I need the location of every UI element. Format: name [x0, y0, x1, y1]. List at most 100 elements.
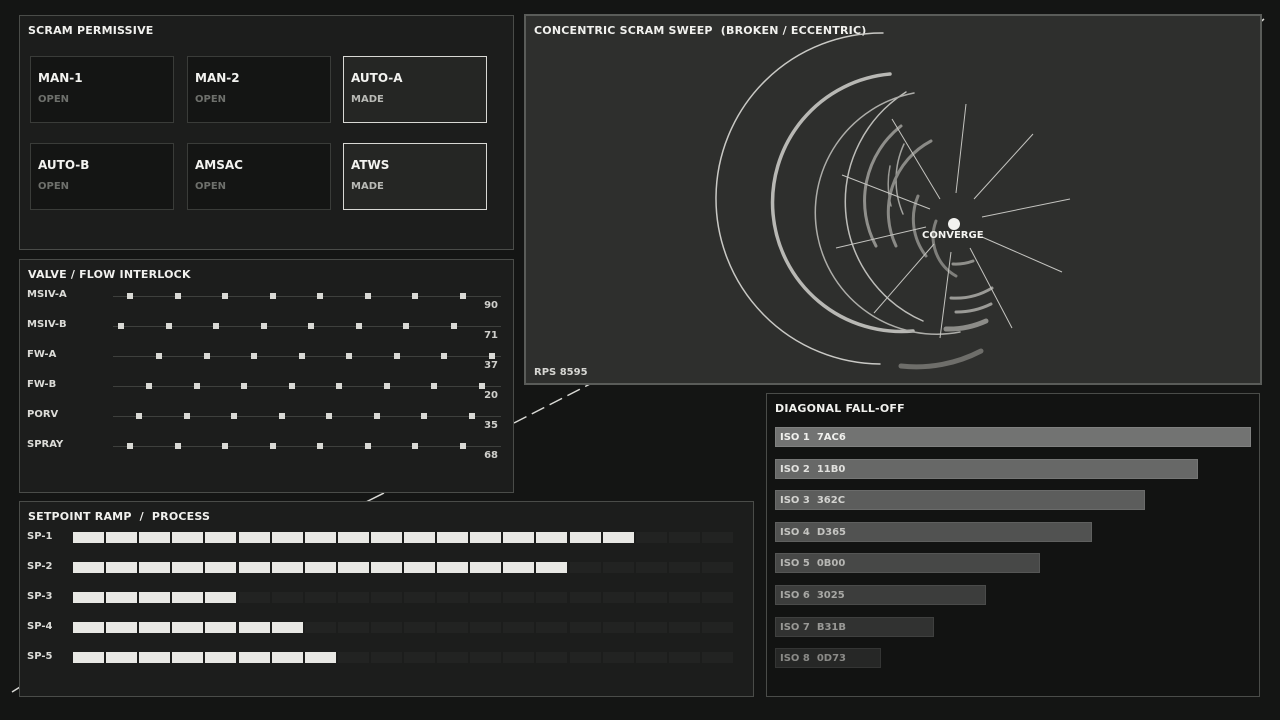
- valve-marker: [118, 323, 124, 329]
- segment-unlit: [370, 652, 402, 663]
- segment-unlit: [602, 652, 634, 663]
- segment-unlit: [668, 652, 700, 663]
- permissive-tile-amsac[interactable]: AMSAC OPEN: [187, 143, 331, 210]
- segment-lit: [404, 562, 435, 573]
- segment-lit: [139, 532, 171, 543]
- segment-unlit: [304, 592, 336, 603]
- tile-state: MADE: [351, 94, 384, 105]
- valve-row-porv: PORV 35: [20, 409, 510, 442]
- valve-value: 71: [484, 330, 498, 341]
- segment-unlit: [437, 622, 469, 633]
- valve-marker: [222, 443, 228, 449]
- segment-lit: [139, 622, 171, 633]
- segment-unlit: [668, 592, 700, 603]
- segment-lit: [238, 562, 270, 573]
- valve-marker: [383, 383, 390, 389]
- segment-unlit: [668, 562, 700, 573]
- segment-unlit: [635, 562, 667, 573]
- valve-marker: [203, 353, 210, 359]
- valve-marker: [355, 323, 362, 329]
- segment-lit: [370, 562, 402, 573]
- valve-value: 68: [484, 450, 498, 461]
- setpoint-label: SP-2: [27, 561, 53, 572]
- valve-marker: [298, 353, 305, 359]
- tile-state: MADE: [351, 181, 384, 192]
- segment-unlit: [602, 622, 634, 633]
- valve-marker: [468, 413, 475, 419]
- setpoint-row-sp-4: SP-4: [20, 621, 750, 638]
- segment-lit: [271, 622, 303, 633]
- valve-row-fw-a: FW-A 37: [20, 349, 510, 382]
- segment-lit: [73, 562, 104, 573]
- segment-unlit: [437, 592, 469, 603]
- segment-unlit: [503, 622, 535, 633]
- falloff-bar-5: ISO 5 0B00: [775, 553, 1040, 574]
- segment-unlit: [437, 652, 469, 663]
- segment-unlit: [271, 592, 303, 603]
- valve-row-msiv-b: MSIV-B 71: [20, 319, 510, 352]
- valve-marker: [459, 293, 466, 299]
- permissive-tile-auto-b[interactable]: AUTO-B OPEN: [30, 143, 174, 210]
- segment-lit: [73, 592, 104, 603]
- segment-lit: [205, 562, 237, 573]
- tile-name: MAN-1: [38, 71, 83, 85]
- falloff-bar-label: ISO 6 3025: [780, 590, 845, 601]
- valve-label: MSIV-B: [27, 319, 67, 330]
- segment-unlit: [701, 562, 733, 573]
- valve-marker: [326, 413, 332, 419]
- valve-marker: [478, 383, 485, 389]
- falloff-bar-label: ISO 1 7AC6: [780, 432, 846, 443]
- segment-unlit: [503, 592, 535, 603]
- segment-unlit: [370, 592, 402, 603]
- segment-lit: [337, 532, 369, 543]
- valve-marker: [336, 383, 342, 389]
- valve-marker: [431, 383, 437, 389]
- tile-state: OPEN: [38, 94, 70, 105]
- segment-lit: [73, 532, 104, 543]
- converge-label: CONVERGE: [922, 230, 984, 241]
- segment-lit: [73, 622, 104, 633]
- segment-lit: [172, 622, 204, 633]
- segment-unlit: [337, 592, 369, 603]
- segment-unlit: [337, 652, 369, 663]
- valve-marker: [136, 413, 142, 419]
- segment-unlit: [536, 652, 568, 663]
- segment-lit: [238, 652, 270, 663]
- segment-unlit: [569, 562, 601, 573]
- segment-lit: [106, 622, 138, 633]
- segment-lit: [106, 592, 138, 603]
- setpoint-ramp-panel: SETPOINT RAMP / PROCESS SP-1 SP-2 SP-3 SP-4…: [19, 501, 754, 697]
- falloff-bar-label: ISO 8 0D73: [780, 653, 847, 665]
- segment-unlit: [404, 592, 435, 603]
- segment-lit: [106, 652, 138, 663]
- segment-lit: [470, 532, 502, 543]
- valve-marker: [241, 383, 247, 389]
- setpoint-label: SP-1: [27, 531, 53, 542]
- valve-marker: [288, 383, 295, 389]
- tile-state: OPEN: [38, 181, 70, 192]
- segment-unlit: [536, 622, 568, 633]
- segment-lit: [536, 562, 568, 573]
- permissive-tile-man-2[interactable]: MAN-2 OPEN: [187, 56, 331, 123]
- segment-lit: [106, 562, 138, 573]
- concentric-sweep-panel: CONCENTRIC SCRAM SWEEP (BROKEN / ECCENTR…: [524, 14, 1262, 385]
- falloff-bar-7: ISO 7 B31B: [775, 616, 934, 637]
- segment-lit: [304, 652, 336, 663]
- diagonal-falloff-panel: DIAGONAL FALL-OFF ISO 1 7AC6 ISO 2 11B0 IS…: [766, 393, 1260, 697]
- tile-name: AUTO-B: [38, 158, 90, 172]
- valve-value: 90: [484, 300, 498, 311]
- permissive-tile-man-1[interactable]: MAN-1 OPEN: [30, 56, 174, 123]
- valve-track: [113, 416, 501, 417]
- valve-marker: [222, 293, 228, 299]
- valve-track: [113, 296, 501, 297]
- segment-lit: [470, 562, 502, 573]
- valve-value: 20: [484, 390, 498, 401]
- permissive-tile-atws[interactable]: ATWS MADE: [343, 143, 487, 210]
- valve-marker: [165, 323, 172, 329]
- permissive-tile-auto-a[interactable]: AUTO-A MADE: [343, 56, 487, 123]
- valve-marker: [450, 323, 457, 329]
- valve-label: SPRAY: [27, 439, 64, 450]
- valve-marker: [373, 413, 380, 419]
- valve-marker: [127, 293, 133, 299]
- segment-lit: [205, 652, 237, 663]
